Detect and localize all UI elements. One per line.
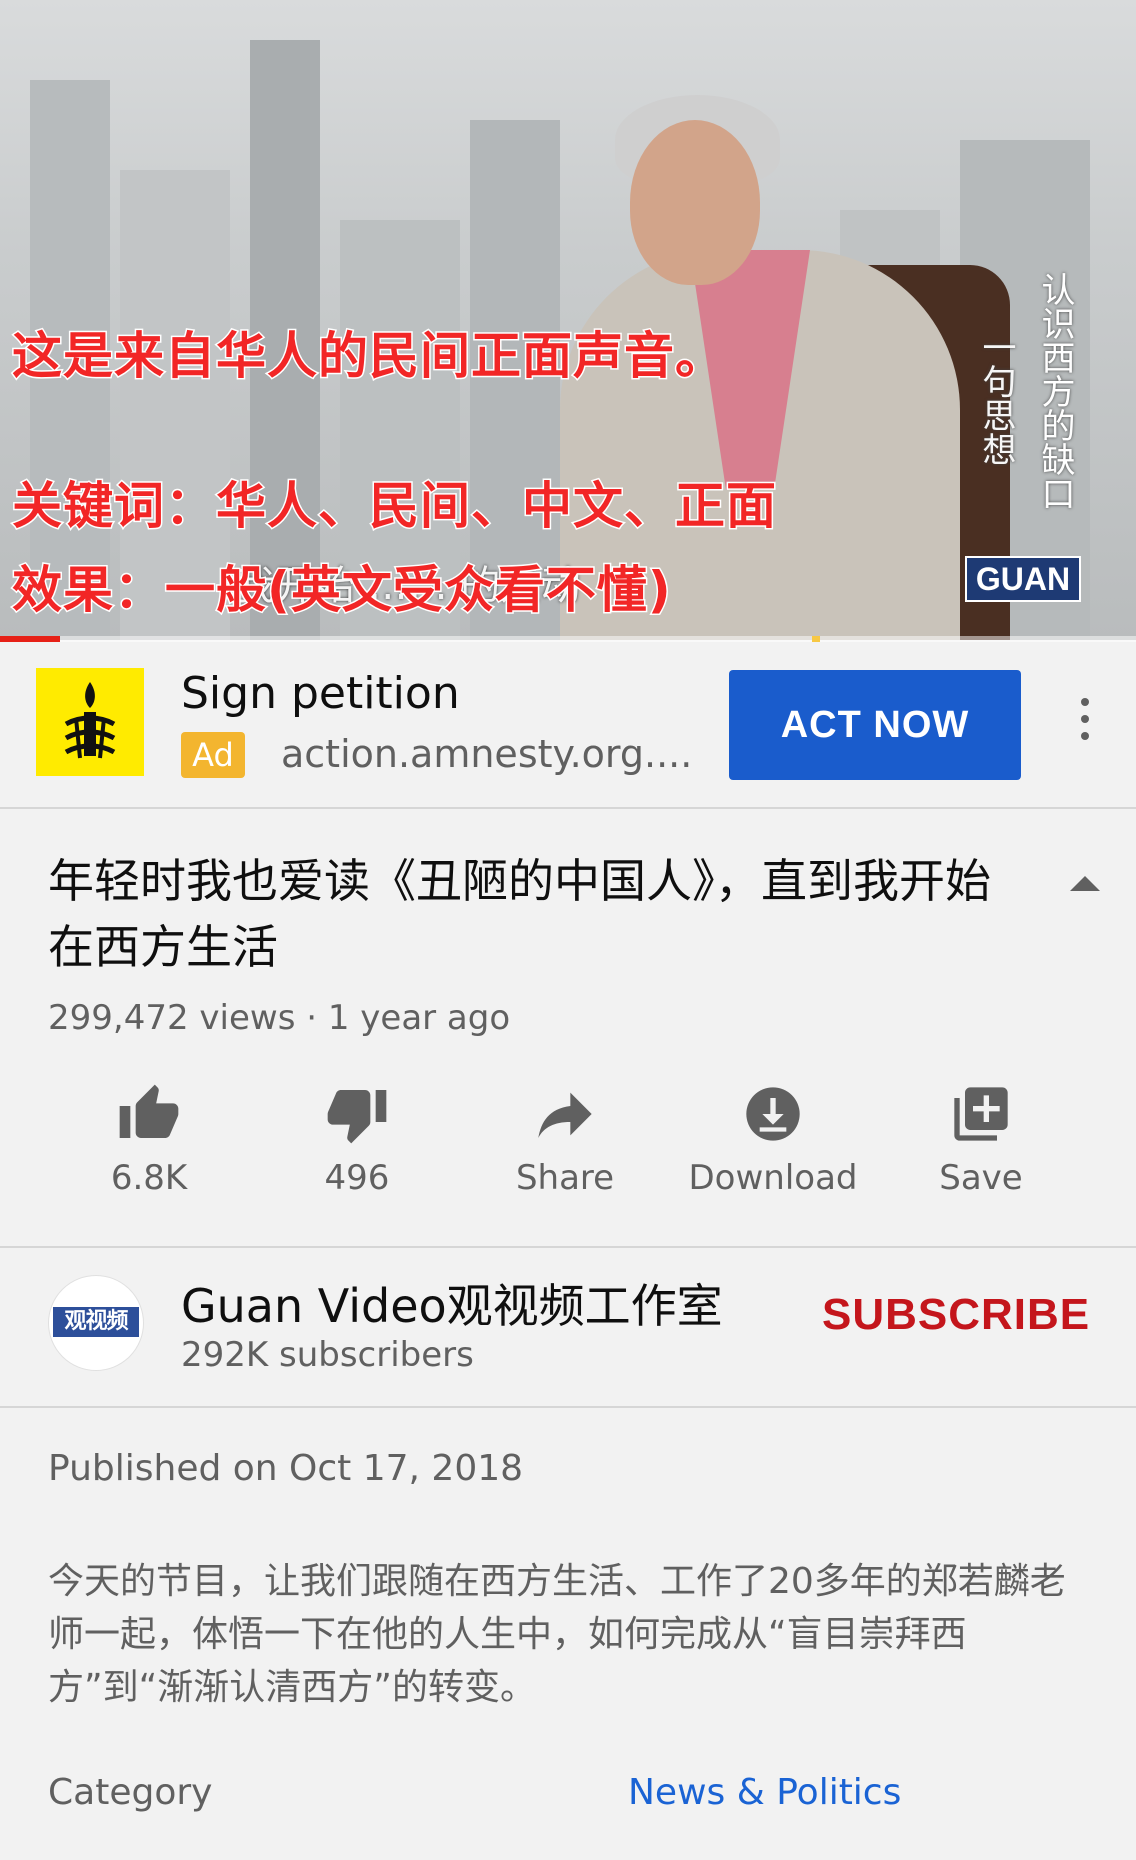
ad-url[interactable]: action.amnesty.org.... bbox=[281, 732, 692, 776]
divider bbox=[0, 1406, 1136, 1408]
download-label: Download bbox=[688, 1158, 858, 1198]
share-icon bbox=[538, 1092, 592, 1138]
subscribe-button[interactable]: SUBSCRIBE bbox=[822, 1290, 1090, 1340]
save-button[interactable]: Save bbox=[877, 1070, 1085, 1210]
video-views-age: 299,472 views · 1 year ago bbox=[48, 998, 511, 1038]
share-button[interactable]: Share bbox=[461, 1070, 669, 1210]
like-button[interactable]: 6.8K bbox=[45, 1070, 253, 1210]
thumbs-up-icon bbox=[119, 1084, 179, 1138]
channel-subscriber-count: 292K subscribers bbox=[181, 1335, 474, 1375]
channel-avatar-text: 观视频 bbox=[53, 1307, 139, 1337]
download-button[interactable]: Download bbox=[669, 1070, 877, 1210]
vertical-caption-secondary: 一句思想 bbox=[976, 330, 1016, 466]
download-icon bbox=[746, 1087, 800, 1141]
video-title: 年轻时我也爱读《丑陋的中国人》，直到我开始在西方生活 bbox=[48, 854, 991, 974]
channel-watermark: GUAN bbox=[965, 556, 1081, 602]
candle-barbed-wire-icon bbox=[36, 668, 144, 776]
like-count: 6.8K bbox=[110, 1158, 188, 1198]
category-link[interactable]: News & Politics bbox=[628, 1772, 901, 1813]
category-label: Category bbox=[48, 1772, 213, 1813]
channel-avatar[interactable]: 观视频 bbox=[48, 1275, 144, 1371]
more-options-icon[interactable] bbox=[1070, 698, 1100, 748]
video-description: 今天的节目，让我们跟随在西方生活、工作了20多年的郑若麟老师一起，体悟一下在他的… bbox=[48, 1561, 1066, 1708]
save-label: Save bbox=[939, 1158, 1023, 1198]
vertical-caption: 认识西方的缺口 bbox=[1035, 272, 1075, 510]
share-label: Share bbox=[515, 1158, 615, 1198]
publish-date: Published on Oct 17, 2018 bbox=[48, 1448, 524, 1489]
collapse-details-icon[interactable] bbox=[1068, 873, 1102, 893]
annotation-line-3: 效果：一般(英文受众看不懂) bbox=[11, 560, 673, 621]
act-now-button[interactable]: ACT NOW bbox=[729, 670, 1021, 780]
thumbs-down-icon bbox=[327, 1090, 387, 1144]
ad-title[interactable]: Sign petition bbox=[181, 668, 460, 719]
annotation-line-2: 关键词：华人、民间、中文、正面 bbox=[11, 476, 778, 537]
channel-name[interactable]: Guan Video观视频工作室 bbox=[181, 1270, 723, 1336]
action-bar: 6.8K 496 Share Download Save bbox=[0, 1070, 1136, 1210]
speaker-head bbox=[630, 120, 760, 285]
add-to-playlist-icon bbox=[954, 1087, 1008, 1141]
dislike-count: 496 bbox=[324, 1158, 390, 1198]
video-player[interactable]: 认识西方的缺口 一句思想 我开始 …… 的运动 这是来自华人的民间正面声音。 关… bbox=[0, 0, 1136, 640]
dislike-button[interactable]: 496 bbox=[253, 1070, 461, 1210]
ad-badge: Ad bbox=[181, 732, 245, 778]
divider bbox=[0, 1246, 1136, 1248]
annotation-line-1: 这是来自华人的民间正面声音。 bbox=[11, 326, 727, 387]
ad-banner[interactable]: Sign petition Ad action.amnesty.org.... … bbox=[0, 642, 1136, 809]
